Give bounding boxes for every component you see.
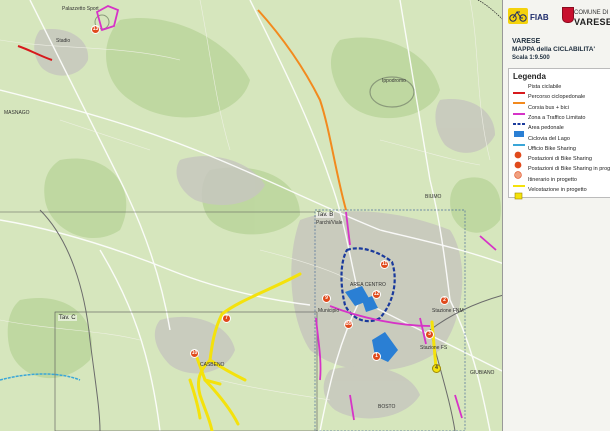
legend-symbol-icon xyxy=(513,105,525,115)
map-title-block: VARESE MAPPA della CICLABILITA' Scala 1:… xyxy=(512,38,608,62)
legend-symbol-icon xyxy=(513,125,525,138)
legend-symbol-icon xyxy=(513,115,525,125)
legend-label: Itinerario in progetto xyxy=(528,176,577,183)
legend-item: Corsia bus + bici xyxy=(513,104,610,115)
legend-item: Area pedonale xyxy=(513,124,610,138)
label-municipio: Municipio xyxy=(318,308,340,314)
legend-item: Zona a Traffico Limitato xyxy=(513,114,610,125)
legend-label: Velostazione in progetto xyxy=(528,187,587,193)
legend-symbol-icon xyxy=(513,146,525,159)
legend-label: Percorso ciclopedonale xyxy=(528,94,586,101)
legend-symbol-icon xyxy=(513,177,525,187)
bike-sharing-pin[interactable]: 7 xyxy=(222,314,231,323)
legend-item: Postazioni di Bike Sharing in progetto xyxy=(513,165,610,180)
label-stadio: Stadio xyxy=(56,38,71,44)
legend-item: Itinerario in progetto xyxy=(513,176,610,187)
bike-sharing-pin[interactable]: 12 xyxy=(372,290,381,299)
legend-label: Pista ciclabile xyxy=(528,84,562,90)
bike-sharing-pin[interactable]: 1 xyxy=(372,352,381,361)
legend-symbol-icon xyxy=(513,84,525,94)
comune-label-line1: COMUNE DI xyxy=(574,10,609,16)
label-giubiano: GIUBIANO xyxy=(470,370,495,376)
label-tav-b: Tav. B xyxy=(316,212,335,218)
label-tav-c: Tav. C xyxy=(58,315,77,321)
label-stazione-fs: Stazione FS xyxy=(420,345,448,351)
legend-label: Ciclovia del Lago xyxy=(528,135,570,142)
label-tav-b-sub: Parchi/Viale xyxy=(316,220,343,226)
legend-item: Velostazione in progetto xyxy=(513,186,610,200)
legend-item: Ciclovia del Lago xyxy=(513,135,610,146)
bike-icon xyxy=(508,8,528,24)
legend-label: Area pedonale xyxy=(528,125,564,132)
legend-title: Legenda xyxy=(513,72,546,81)
label-stazione-fnm: Stazione FNM xyxy=(432,308,464,314)
bike-sharing-pin[interactable]: 3 xyxy=(425,330,434,339)
comune-label-line2: VARESE xyxy=(574,17,610,27)
map-title-city: VARESE xyxy=(512,38,541,45)
bike-sharing-pin[interactable]: 10 xyxy=(190,349,199,358)
label-masnago: MASNAGO xyxy=(4,110,30,116)
side-panel xyxy=(502,0,610,431)
legend-item: Percorso ciclopedonale xyxy=(513,93,610,105)
label-casbeno: CASBENO xyxy=(200,362,225,368)
bike-sharing-pin[interactable]: 9 xyxy=(322,294,331,303)
legend-label: Postazioni di Bike Sharing in progetto xyxy=(528,166,610,173)
legend-symbol-icon xyxy=(513,136,525,146)
map-title-main: MAPPA della CICLABILITA' xyxy=(512,46,596,53)
header-logos: FIAB COMUNE DI VARESE xyxy=(508,4,610,36)
comune-crest-icon xyxy=(562,7,574,23)
legend-symbol-icon xyxy=(513,187,525,200)
fiab-logo: FIAB xyxy=(508,6,554,30)
legend-item: Ufficio Bike Sharing xyxy=(513,145,610,159)
legend-symbol-icon xyxy=(513,156,525,169)
legend-item: Postazioni di Bike Sharing xyxy=(513,155,610,169)
bike-sharing-pin[interactable]: B5 xyxy=(344,320,353,329)
label-area-centro: AREA CENTRO xyxy=(350,282,386,288)
label-biumo: BIUMO xyxy=(425,194,442,200)
legend-label: Ufficio Bike Sharing xyxy=(528,145,576,152)
legend-symbol-icon xyxy=(513,166,525,180)
legend-label: Zona a Traffico Limitato xyxy=(528,114,586,121)
legend-label: Postazioni di Bike Sharing xyxy=(528,156,592,163)
fiab-label: FIAB xyxy=(530,13,549,22)
bike-sharing-pin[interactable]: 11 xyxy=(380,260,389,269)
map-scale: Scala 1:9.500 xyxy=(512,55,550,61)
legend: Legenda Pista ciclabile Percorso cicloped… xyxy=(508,68,610,200)
legend-symbol-icon xyxy=(513,94,525,105)
legend-label: Corsia bus + bici xyxy=(528,104,569,111)
legend-item: Pista ciclabile xyxy=(513,83,610,94)
label-bosto: BOSTO xyxy=(378,404,396,410)
bike-sharing-pin[interactable]: 2 xyxy=(440,296,449,305)
label-palazzetto: Palazzetto Sport xyxy=(62,6,99,12)
label-ippodromo: Ippodromo xyxy=(382,78,406,84)
velostazione-pin[interactable]: 4 xyxy=(432,364,441,373)
bike-sharing-pin[interactable]: 13 xyxy=(91,25,100,34)
